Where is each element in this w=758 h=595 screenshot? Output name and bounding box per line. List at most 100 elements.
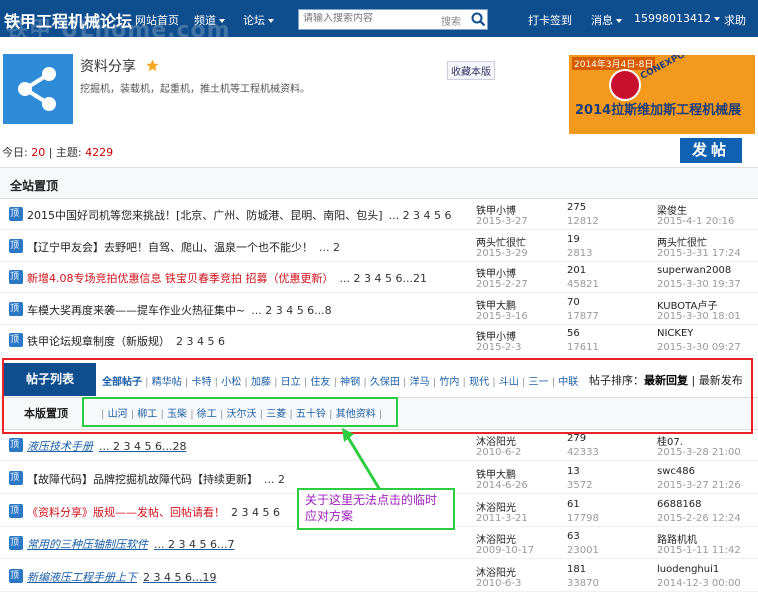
help-link[interactable]: 求助	[724, 12, 746, 28]
view-count: 2813	[567, 247, 593, 259]
last-replier[interactable]: 路路机机	[657, 531, 697, 546]
author-name[interactable]: 沐浴阳光	[476, 564, 516, 579]
user-phone: 15998013412	[634, 12, 711, 25]
search-box: 搜索	[298, 9, 488, 30]
share-icon	[3, 54, 73, 124]
nav-home[interactable]: 网站首页	[135, 12, 179, 28]
thread-title[interactable]: 新编液压工程手册上下 2 3 4 5 6...19	[27, 569, 216, 585]
last-replier[interactable]: 桂07.	[657, 433, 683, 448]
chevron-down-icon	[616, 19, 622, 23]
checkin-link[interactable]: 打卡签到	[528, 12, 572, 28]
table-row[interactable]: 新增4.08专场竞拍优惠信息 铁宝贝春季竞拍 招募（优惠更新） ... 2 3 4…	[0, 262, 758, 294]
author-name[interactable]: 沐浴阳光	[476, 531, 516, 546]
last-reply-date: 2015-2-26 12:24	[657, 512, 741, 524]
thread-pages[interactable]: 2 3 4 5 6	[176, 335, 225, 348]
search-input[interactable]	[303, 13, 423, 24]
new-post-button[interactable]: 发帖	[680, 138, 742, 163]
table-row[interactable]: 2015中国好司机等您来挑战！[北京、广州、防城港、昆明、南阳、包头] ... 2…	[0, 199, 758, 230]
thread-title-text[interactable]: 新编液压工程手册上下	[27, 571, 137, 584]
messages-menu[interactable]: 消息	[591, 12, 622, 28]
author-name[interactable]: 铁甲小博	[476, 328, 516, 343]
last-replier[interactable]: 6688168	[657, 499, 702, 510]
thread-title-text[interactable]: 《资料分享》版规——发帖、回帖请看！	[27, 506, 225, 519]
nav-forum[interactable]: 论坛	[243, 12, 274, 28]
last-reply-date: 2014-12-3 00:00	[657, 578, 741, 590]
thread-pages[interactable]: ... 2 3 4 5 6	[389, 209, 452, 222]
table-row[interactable]: 新编液压工程手册上下 2 3 4 5 6...19 沐浴阳光2010-6-3 181 3…	[0, 561, 758, 593]
post-date: 2015-2-27	[476, 279, 528, 291]
thread-title-text[interactable]: 【辽宁甲友会】去野吧！自驾、爬山、温泉一个也不能少！	[27, 241, 313, 254]
thread-title[interactable]: 新增4.08专场竞拍优惠信息 铁宝贝春季竞拍 招募（优惠更新） ... 2 3 4…	[27, 270, 427, 286]
post-date: 2015-3-27	[476, 216, 528, 227]
thread-pages[interactable]: ... 2	[319, 241, 340, 254]
thread-title-text[interactable]: 常用的三种压轴制压软件	[27, 538, 148, 551]
thread-title-text[interactable]: 车模大奖再度来袭——提车作业火热征集中~	[27, 304, 245, 317]
last-replier[interactable]: 两头忙很忙	[657, 234, 707, 249]
favorite-button[interactable]: 收藏本版	[447, 61, 495, 80]
thread-title-text[interactable]: 2015中国好司机等您来挑战！[北京、广州、防城港、昆明、南阳、包头]	[27, 209, 383, 222]
reply-count: 279	[567, 433, 587, 444]
last-replier[interactable]: KUBOTA卢子	[657, 297, 717, 312]
thread-title-text[interactable]: 液压技术手册	[27, 440, 93, 453]
last-replier[interactable]: NICKEY	[657, 328, 693, 339]
thread-pages[interactable]: ... 2 3 4 5 6...8	[251, 304, 331, 317]
thread-pages[interactable]: ... 2 3 4 5 6...7	[154, 538, 234, 551]
view-count: 12812	[567, 216, 599, 227]
topics-label: 主题:	[55, 146, 82, 159]
table-row[interactable]: 【辽宁甲友会】去野吧！自驾、爬山、温泉一个也不能少！... 2两头忙很忙2015…	[0, 231, 758, 262]
author-name[interactable]: 铁甲大鹏	[476, 466, 516, 481]
thread-pages[interactable]: ... 2 3 4 5 6...28	[99, 440, 186, 453]
thread-title[interactable]: 【故障代码】品牌挖掘机故障代码【持续更新】 ... 2	[27, 471, 285, 487]
table-row[interactable]: 铁甲论坛规章制度（新版规） 2 3 4 5 6 铁甲小博2015-2-3 56 1761…	[0, 325, 758, 357]
last-replier[interactable]: superwan2008	[657, 265, 731, 276]
post-date: 2014-6-26	[476, 479, 528, 491]
author-name[interactable]: 铁甲小博	[476, 265, 516, 280]
last-replier[interactable]: swc486	[657, 466, 695, 477]
author-name[interactable]: 沐浴阳光	[476, 433, 516, 448]
thread-title[interactable]: 《资料分享》版规——发帖、回帖请看！ 2 3 4 5 6	[27, 504, 280, 520]
reply-count: 181	[567, 564, 587, 576]
thread-pages[interactable]: ... 2	[264, 473, 285, 486]
thread-title[interactable]: 液压技术手册 ... 2 3 4 5 6...28	[27, 438, 186, 454]
table-row[interactable]: 常用的三种压轴制压软件 ... 2 3 4 5 6...7 沐浴阳光2009-10-…	[0, 528, 758, 560]
today-count: 20	[31, 146, 46, 159]
table-row[interactable]: 车模大奖再度来袭——提车作业火热征集中~ ... 2 3 4 5 6...8 铁甲大…	[0, 294, 758, 325]
pin-icon	[9, 270, 23, 285]
arrow-icon	[342, 428, 382, 491]
thread-title-text[interactable]: 新增4.08专场竞拍优惠信息 铁宝贝春季竞拍 招募（优惠更新）	[27, 272, 333, 285]
post-date: 2015-2-3	[476, 342, 522, 354]
thread-pages[interactable]: 2 3 4 5 6...19	[143, 571, 216, 584]
post-date: 2010-6-2	[476, 447, 522, 458]
thread-title[interactable]: 2015中国好司机等您来挑战！[北京、广州、防城港、昆明、南阳、包头] ... 2…	[27, 207, 452, 223]
messages-label: 消息	[591, 14, 613, 27]
last-replier[interactable]: luodenghui1	[657, 564, 719, 575]
thread-title[interactable]: 铁甲论坛规章制度（新版规） 2 3 4 5 6	[27, 333, 225, 349]
thread-title[interactable]: 【辽宁甲友会】去野吧！自驾、爬山、温泉一个也不能少！ ... 2	[27, 239, 340, 255]
reply-count: 63	[567, 531, 580, 543]
view-count: 23001	[567, 545, 599, 557]
thread-title-text[interactable]: 【故障代码】品牌挖掘机故障代码【持续更新】	[27, 473, 258, 486]
last-replier[interactable]: 梁俊生	[657, 202, 687, 217]
search-icon[interactable]	[471, 12, 486, 27]
thread-title[interactable]: 车模大奖再度来袭——提车作业火热征集中~ ... 2 3 4 5 6...8	[27, 302, 332, 318]
search-label[interactable]: 搜索	[441, 13, 461, 28]
highlight-box-green	[82, 397, 398, 427]
ad-banner[interactable]: 2014年3月4日-8日 CONEXPO-CON/AGG 2014拉斯维加斯工程…	[569, 55, 755, 134]
banner-title: 2014拉斯维加斯工程机械展	[575, 103, 742, 118]
author-name[interactable]: 铁甲小博	[476, 202, 516, 217]
nav-channel-label: 频道	[194, 14, 216, 27]
post-date: 2010-6-3	[476, 578, 522, 590]
thread-pages[interactable]: ... 2 3 4 5 6...21	[339, 272, 426, 285]
post-date: 2015-3-16	[476, 310, 528, 322]
author-name[interactable]: 铁甲大鹏	[476, 297, 516, 312]
author-name[interactable]: 沐浴阳光	[476, 499, 516, 514]
user-menu[interactable]: 15998013412	[634, 12, 720, 25]
nav-channel[interactable]: 频道	[194, 12, 225, 28]
thread-title-text[interactable]: 铁甲论坛规章制度（新版规）	[27, 335, 170, 348]
author-name[interactable]: 两头忙很忙	[476, 234, 526, 249]
site-logo[interactable]: 铁甲工程机械论坛	[4, 8, 132, 32]
thread-pages[interactable]: 2 3 4 5 6	[231, 506, 280, 519]
view-count: 17798	[567, 512, 599, 524]
thread-title[interactable]: 常用的三种压轴制压软件 ... 2 3 4 5 6...7	[27, 536, 234, 552]
pin-icon	[9, 207, 23, 221]
